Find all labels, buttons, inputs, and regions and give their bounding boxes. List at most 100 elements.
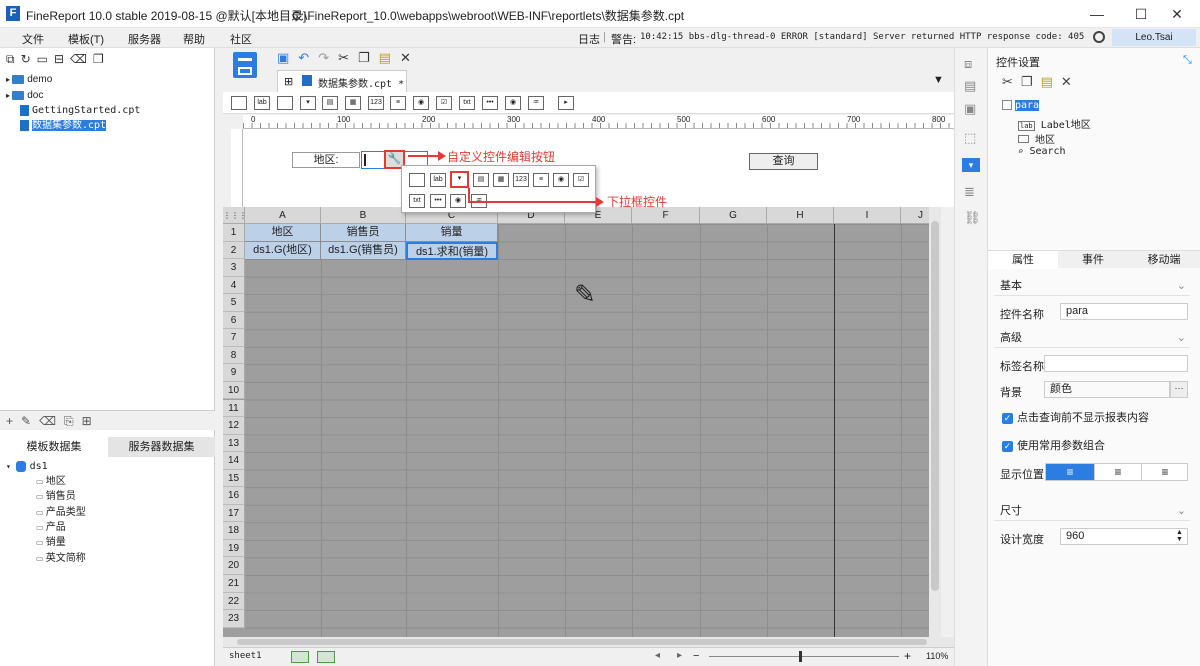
- row-header[interactable]: 1: [223, 224, 245, 242]
- field-item[interactable]: ▭ 地区: [36, 474, 66, 489]
- select-all-icon[interactable]: ⋮⋮⋮: [223, 207, 247, 224]
- row-header[interactable]: 19: [223, 539, 245, 558]
- collapse-icon[interactable]: ⤡: [1183, 54, 1192, 67]
- widget-name-input[interactable]: para: [1060, 303, 1188, 320]
- row-header[interactable]: 6: [223, 311, 245, 330]
- date-widget-icon[interactable]: ▤: [322, 96, 338, 110]
- row-header[interactable]: 23: [223, 610, 245, 628]
- field-item[interactable]: ▭ 产品类型: [36, 505, 86, 520]
- checkbox-widget-icon[interactable]: ☑: [573, 173, 589, 187]
- date-widget-icon[interactable]: ▤: [473, 173, 489, 187]
- tab-properties[interactable]: 属性: [988, 251, 1058, 269]
- cut-icon[interactable]: ✂: [1002, 74, 1021, 89]
- delete-icon[interactable]: ⌫: [70, 52, 93, 66]
- list-widget-icon[interactable]: ≡: [533, 173, 549, 187]
- menu-community[interactable]: 社区: [230, 31, 252, 47]
- tab-mobile[interactable]: 移动端: [1128, 251, 1200, 269]
- textarea-widget-icon[interactable]: txt: [459, 96, 475, 110]
- tree-item-dataset-param[interactable]: 数据集参数.cpt: [20, 118, 107, 133]
- tree-item-search[interactable]: ⌕ Search: [1018, 146, 1066, 157]
- tree-item-gettingstarted[interactable]: GettingStarted.cpt: [20, 103, 140, 118]
- design-width-input[interactable]: 960: [1060, 528, 1188, 545]
- label-widget-icon[interactable]: lab: [254, 96, 270, 110]
- redo-icon[interactable]: ↷: [318, 50, 338, 65]
- textarea-widget-icon[interactable]: txt: [409, 194, 425, 208]
- calendar-widget-icon[interactable]: ▦: [345, 96, 361, 110]
- textbox-widget-icon[interactable]: [409, 173, 425, 187]
- new-folder-icon[interactable]: ⧉: [6, 52, 21, 66]
- copy-icon[interactable]: ❐: [1021, 74, 1041, 89]
- add-report-sheet-icon[interactable]: [291, 651, 309, 663]
- button-widget-icon[interactable]: [277, 96, 293, 110]
- frame-icon[interactable]: ⬚: [964, 130, 976, 146]
- dataset-ds1[interactable]: ▾ ds1: [6, 459, 48, 474]
- paste-icon[interactable]: ▤: [379, 50, 400, 65]
- preview-icon[interactable]: ⎘: [64, 414, 82, 428]
- textbox-widget-icon[interactable]: [231, 96, 247, 110]
- user-badge[interactable]: Leo.Tsai: [1112, 29, 1196, 46]
- field-item[interactable]: ▭ 销售员: [36, 489, 76, 504]
- tree-item-demo[interactable]: ▸ demo: [6, 72, 52, 87]
- more-icon[interactable]: ···: [1170, 381, 1188, 398]
- tab-events[interactable]: 事件: [1058, 251, 1128, 269]
- checkbox-hide-before-query[interactable]: ✓ 点击查询前不显示报表内容: [1002, 409, 1149, 425]
- row-header[interactable]: 17: [223, 504, 245, 523]
- row-header[interactable]: 16: [223, 487, 245, 505]
- column-header[interactable]: A: [245, 207, 321, 224]
- row-header[interactable]: 22: [223, 592, 245, 611]
- column-header[interactable]: B: [321, 207, 406, 224]
- row-header[interactable]: 15: [223, 469, 245, 488]
- row-header[interactable]: 20: [223, 557, 245, 575]
- scroll-left-icon[interactable]: ◂: [655, 650, 660, 661]
- align-center-icon[interactable]: ≡: [1094, 464, 1141, 480]
- column-header[interactable]: G: [700, 207, 767, 224]
- vertical-scrollbar[interactable]: [929, 207, 941, 637]
- condition-icon[interactable]: ≣: [964, 184, 975, 200]
- label-widget-icon[interactable]: lab: [430, 173, 446, 187]
- list-widget-icon[interactable]: ≡: [390, 96, 406, 110]
- tree-item-label[interactable]: lab Label地区: [1018, 116, 1091, 131]
- field-item[interactable]: ▭ 英文简称: [36, 551, 86, 566]
- checkbox-widget-icon[interactable]: ☑: [436, 96, 452, 110]
- radio-group-widget-icon[interactable]: ◉: [450, 194, 466, 208]
- row-header[interactable]: 8: [223, 346, 245, 365]
- field-item[interactable]: ▭ 销量: [36, 535, 66, 550]
- dropdown-widget-icon[interactable]: ▾: [300, 96, 316, 110]
- param-label-region[interactable]: 地区:: [292, 152, 360, 168]
- align-left-icon[interactable]: ≡: [1046, 464, 1094, 480]
- delete-icon[interactable]: ⌫: [39, 414, 64, 428]
- row-header[interactable]: 10: [223, 381, 245, 400]
- zoom-in-icon[interactable]: +: [904, 649, 911, 663]
- cell-a1[interactable]: 地区: [245, 224, 321, 242]
- row-header[interactable]: 4: [223, 276, 245, 295]
- splitter[interactable]: [215, 48, 223, 666]
- layout-icon[interactable]: ▤: [964, 78, 976, 94]
- param-icon[interactable]: ⊞: [82, 414, 100, 428]
- background-select[interactable]: 颜色: [1044, 381, 1170, 398]
- log-button[interactable]: 日志: [578, 31, 600, 47]
- spreadsheet-grid[interactable]: ⋮⋮⋮ A B C D E F G H I J 1 2 3 4 5 6 7 8 9 10 11 12 1…: [223, 207, 941, 637]
- password-widget-icon[interactable]: •••: [482, 96, 498, 110]
- dropdown-widget-icon[interactable]: ▾: [450, 171, 469, 188]
- row-header[interactable]: 13: [223, 434, 245, 453]
- refresh-icon[interactable]: ↻: [21, 52, 37, 66]
- copy-icon[interactable]: ❐: [358, 50, 379, 65]
- cut-icon[interactable]: ✂: [338, 50, 358, 65]
- section-basic[interactable]: 基本 ⌄: [994, 276, 1190, 296]
- zoom-level[interactable]: 110%: [926, 651, 948, 661]
- number-widget-icon[interactable]: 123: [513, 173, 529, 187]
- design-mode-icon[interactable]: [233, 52, 257, 78]
- hyperlink-icon[interactable]: ⛓: [964, 210, 981, 226]
- open-icon[interactable]: ▭: [37, 52, 54, 66]
- menu-file[interactable]: 文件: [22, 31, 44, 47]
- radio-widget-icon[interactable]: ◉: [553, 173, 569, 187]
- tab-template-dataset[interactable]: 模板数据集: [0, 437, 108, 457]
- radio-widget-icon[interactable]: ◉: [413, 96, 429, 110]
- number-widget-icon[interactable]: 123: [368, 96, 384, 110]
- tab-server-dataset[interactable]: 服务器数据集: [108, 437, 215, 457]
- row-header[interactable]: 7: [223, 329, 245, 347]
- tree-widget-icon[interactable]: ♒: [528, 96, 544, 110]
- label-name-input[interactable]: [1044, 355, 1188, 372]
- minimize-button[interactable]: —: [1074, 0, 1120, 28]
- sheet-tab[interactable]: sheet1: [229, 651, 262, 661]
